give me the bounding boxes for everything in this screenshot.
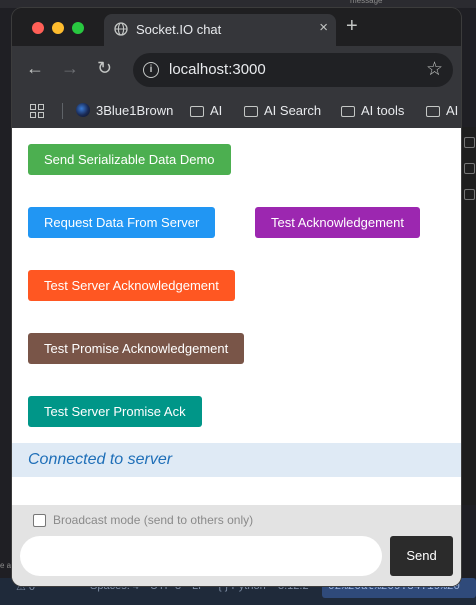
send-button[interactable]: Send xyxy=(390,536,453,576)
broadcast-checkbox[interactable] xyxy=(33,514,46,527)
connection-status-text: Connected to server xyxy=(28,451,173,468)
reload-button[interactable]: ↻ xyxy=(97,58,112,79)
close-window-button[interactable] xyxy=(32,22,44,34)
test-server-acknowledgement-button[interactable]: Test Server Acknowledgement xyxy=(28,270,235,301)
bookmark-folder-ai[interactable]: AI xyxy=(190,103,222,118)
bookmark-label: AI tools xyxy=(361,103,405,118)
site-info-icon[interactable]: i xyxy=(143,62,159,78)
folder-icon xyxy=(244,106,258,117)
message-form: Broadcast mode (send to others only) Sen… xyxy=(12,505,461,586)
tab-close-icon[interactable]: × xyxy=(319,19,328,36)
page-content: Send Serializable Data Demo Request Data… xyxy=(12,128,461,586)
editor-left-text: e a xyxy=(0,561,12,570)
editor-panel-icon xyxy=(464,163,475,174)
bookmark-folder-ai-ag[interactable]: AI Ag xyxy=(426,103,461,118)
folder-icon xyxy=(341,106,355,117)
bookmark-star-icon[interactable]: ☆ xyxy=(426,58,443,81)
bookmarks-bar: 3Blue1Brown AI AI Search AI tools AI Ag xyxy=(12,94,461,129)
tab-title: Socket.IO chat xyxy=(136,22,222,37)
tab-strip: Socket.IO chat × + xyxy=(12,8,461,46)
bookmark-label: AI Ag xyxy=(446,103,461,118)
zoom-window-button[interactable] xyxy=(72,22,84,34)
editor-panel-icon xyxy=(464,137,475,148)
3blue1brown-icon xyxy=(76,103,90,117)
address-bar[interactable]: i localhost:3000 ☆ xyxy=(133,53,453,87)
bookmark-3blue1brown[interactable]: 3Blue1Brown xyxy=(76,103,173,118)
browser-window: Socket.IO chat × + ← → ↻ i localhost:300… xyxy=(12,8,461,586)
folder-icon xyxy=(426,106,440,117)
editor-side-strip xyxy=(461,127,476,505)
bookmark-folder-ai-tools[interactable]: AI tools xyxy=(341,103,404,118)
back-button[interactable]: ← xyxy=(26,58,44,79)
apps-grid-icon[interactable] xyxy=(30,104,44,118)
browser-toolbar: ← → ↻ i localhost:3000 ☆ xyxy=(12,46,461,94)
forward-button[interactable]: → xyxy=(61,58,79,79)
message-input[interactable] xyxy=(20,536,382,576)
request-data-button[interactable]: Request Data From Server xyxy=(28,207,216,238)
bookmark-label: AI Search xyxy=(264,103,322,118)
bookmarks-divider xyxy=(62,103,63,119)
test-acknowledgement-button[interactable]: Test Acknowledgement xyxy=(255,207,420,238)
desktop-top-text: message xyxy=(350,0,383,5)
globe-icon xyxy=(114,22,128,36)
broadcast-label: Broadcast mode (send to others only) xyxy=(53,513,254,527)
test-server-promise-ack-button[interactable]: Test Server Promise Ack xyxy=(28,396,202,427)
send-serializable-data-button[interactable]: Send Serializable Data Demo xyxy=(28,144,231,175)
desktop-top-strip: message xyxy=(0,0,476,8)
address-url[interactable]: localhost:3000 xyxy=(169,61,266,78)
browser-tab[interactable]: Socket.IO chat × xyxy=(104,14,336,46)
bookmark-folder-ai-search[interactable]: AI Search xyxy=(244,103,321,118)
folder-icon xyxy=(190,106,204,117)
bookmark-label: 3Blue1Brown xyxy=(96,103,174,118)
test-promise-acknowledgement-button[interactable]: Test Promise Acknowledgement xyxy=(28,333,245,364)
minimize-window-button[interactable] xyxy=(52,22,64,34)
new-tab-button[interactable]: + xyxy=(346,15,358,38)
bookmark-label: AI xyxy=(210,103,223,118)
editor-panel-icon xyxy=(464,189,475,200)
connection-status: Connected to server xyxy=(12,443,461,477)
